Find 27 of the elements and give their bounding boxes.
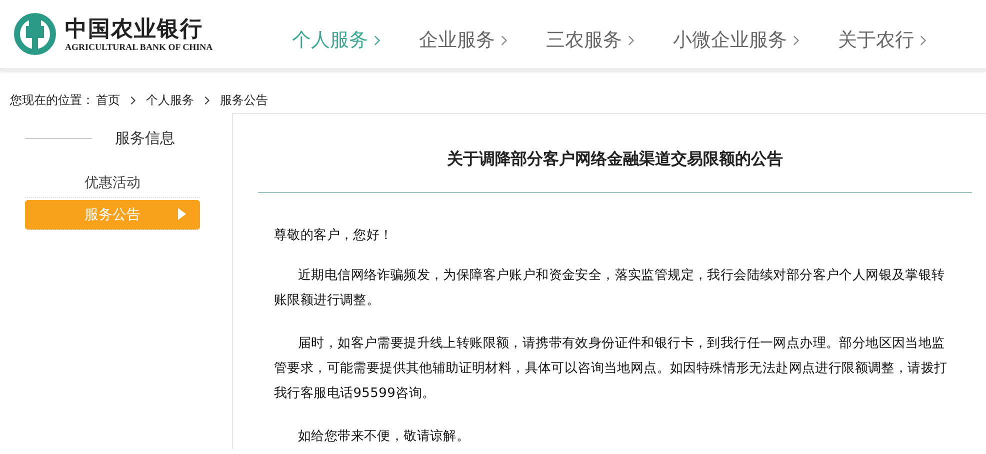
triangle-icon <box>178 208 186 220</box>
paragraph: 近期电信网络诈骗频发，为保障客户账户和资金安全，落实监管规定，我行会陆续对部分客户个人网银及掌银转账限额进行调整。 <box>274 267 946 310</box>
chevron-icon <box>920 34 927 46</box>
sidebar-item[interactable]: 优惠活动 <box>25 168 200 198</box>
article-title: 关于调降部分客户网络金融渠道交易限额的公告 <box>446 149 784 170</box>
nav-tab[interactable]: 个人服务 <box>278 27 395 53</box>
breadcrumb-label: 您现在的位置： <box>10 92 94 109</box>
nav-tab[interactable]: 三农服务 <box>532 27 649 53</box>
chevron-icon <box>374 34 381 46</box>
chevron-icon <box>628 34 635 46</box>
chevron-icon <box>501 34 508 46</box>
nav-tab[interactable]: 小微企业服务 <box>659 27 814 53</box>
bank-name: 中国农业银行 <box>65 16 204 42</box>
paragraph: 届时，如客户需要提升线上转账限额，请携带有效身份证件和银行卡，到我行任一网点办理。部分地区因当地监管要求，可能需要提供其他辅助证明材料，具体可以咨询当地网点。如因特殊情形无法赴网点进行限额调整，请拨打我行客服电话95599咨询。 <box>274 335 948 403</box>
paragraph: 如给您带来不便，敬请谅解。 <box>297 428 471 446</box>
chevron-icon <box>793 34 800 46</box>
bank-logo-icon <box>13 12 57 56</box>
breadcrumb-link[interactable]: 服务公告 <box>220 92 268 109</box>
chevron-icon <box>130 96 136 105</box>
sidebar-heading: 服务信息 <box>115 129 175 148</box>
breadcrumb-link[interactable]: 首页 <box>96 92 120 109</box>
nav-tab[interactable]: 企业服务 <box>405 27 522 53</box>
chevron-icon <box>204 96 210 105</box>
breadcrumb-link[interactable]: 个人服务 <box>146 92 194 109</box>
nav-tab[interactable]: 关于农行 <box>824 27 941 53</box>
greeting: 尊敬的客户，您好！ <box>274 227 394 245</box>
bank-name-english: AGRICULTURAL BANK OF CHINA <box>65 42 213 52</box>
